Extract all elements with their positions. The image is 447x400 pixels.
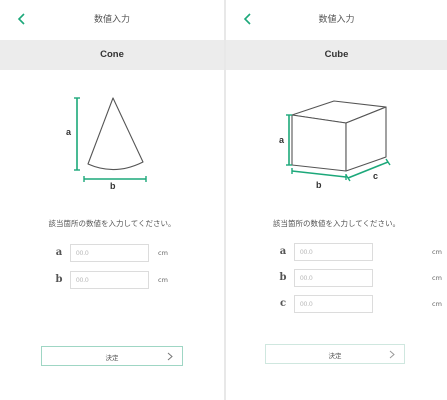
header: 数値入力: [0, 0, 224, 38]
cube-input-screen: 数値入力 Cube a b c 該当箇所の数値を入力してください。 a cm b…: [226, 0, 447, 400]
field-row-b: b cm: [276, 269, 442, 289]
instruction-text: 該当箇所の数値を入力してください。: [48, 219, 176, 228]
input-field-b[interactable]: [294, 269, 373, 287]
shape-name-bar: Cone: [0, 40, 224, 70]
shape-name-bar: Cube: [226, 40, 447, 70]
dimension-label-a: a: [66, 127, 72, 137]
field-row-c: c cm: [276, 295, 442, 315]
field-unit-a: cm: [158, 249, 168, 257]
cube-diagram: a b c: [279, 100, 391, 190]
field-label-a: a: [279, 246, 287, 257]
submit-button[interactable]: 決定: [41, 346, 183, 366]
shape-name: Cone: [100, 49, 124, 60]
field-label-c: c: [279, 298, 287, 309]
submit-label: 決定: [328, 352, 342, 360]
input-field-c[interactable]: [294, 295, 373, 313]
submit-button[interactable]: 決定: [265, 344, 405, 364]
dimension-label-a: a: [279, 135, 285, 145]
input-field-a[interactable]: [70, 244, 149, 262]
instruction-text: 該当箇所の数値を入力してください。: [272, 219, 401, 228]
cone-diagram: a b: [66, 97, 147, 190]
field-row-a: a cm: [52, 244, 182, 264]
dimension-label-b: b: [110, 181, 116, 190]
header-title: 数値入力: [318, 15, 355, 25]
input-field-b[interactable]: [70, 271, 149, 289]
submit-label: 決定: [105, 354, 119, 362]
field-unit-c: cm: [432, 300, 442, 308]
dimension-label-b: b: [316, 180, 322, 190]
header: 数値入力: [226, 0, 447, 38]
field-row-b: b cm: [52, 271, 182, 291]
header-title: 数値入力: [93, 15, 130, 25]
field-label-a: a: [55, 247, 63, 258]
input-field-a[interactable]: [294, 243, 373, 261]
chevron-right-icon: [389, 350, 395, 359]
chevron-right-icon: [167, 352, 173, 361]
field-unit-b: cm: [432, 274, 442, 282]
cone-input-screen: 数値入力 Cone a b 該当箇所の数値を入力してください。 a cm b c…: [0, 0, 224, 400]
dimension-label-c: c: [373, 171, 378, 181]
field-unit-a: cm: [432, 248, 442, 256]
field-unit-b: cm: [158, 276, 168, 284]
field-row-a: a cm: [276, 243, 442, 263]
field-label-b: b: [279, 272, 287, 283]
shape-name: Cube: [324, 49, 349, 60]
field-label-b: b: [55, 274, 63, 285]
